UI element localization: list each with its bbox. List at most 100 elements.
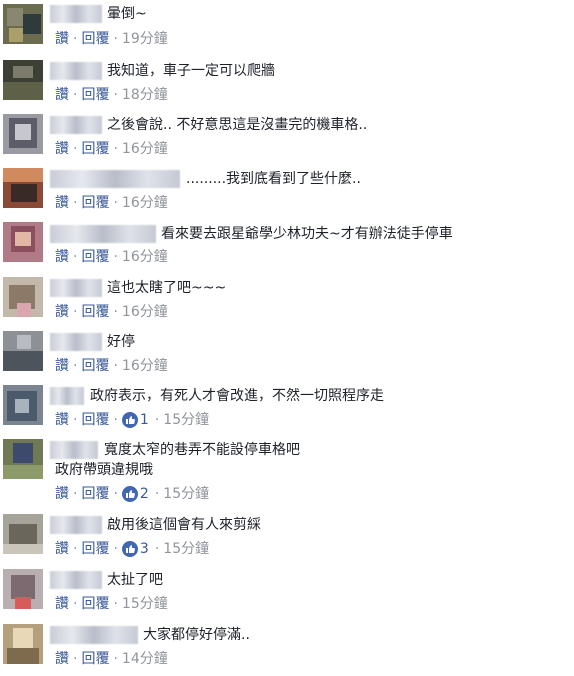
comment-text: 太扯了吧: [107, 572, 163, 588]
reaction-count[interactable]: 2: [140, 486, 149, 502]
comment: 啟用後這個會有人來剪綵 讚 · 回覆 · 3 · 15分鐘: [0, 514, 574, 560]
avatar[interactable]: [3, 569, 43, 609]
timestamp[interactable]: 16分鐘: [122, 358, 168, 374]
like-link[interactable]: 讚: [55, 87, 69, 103]
comment-actions: 讚 · 回覆 · 16分鐘: [55, 358, 168, 374]
comment-text: .........我到底看到了些什麼..: [186, 171, 361, 187]
avatar[interactable]: [3, 331, 43, 371]
comment-text: 好停: [107, 334, 135, 350]
comment: 看來要去跟星爺學少林功夫~才有辦法徒手停車 讚 · 回覆 · 16分鐘: [0, 222, 574, 268]
comment-text: 寬度太窄的巷弄不能設停車格吧: [104, 442, 300, 458]
comment-actions: 讚 · 回覆 · 16分鐘: [55, 195, 168, 211]
commenter-name[interactable]: [50, 225, 156, 243]
comment-text-line2: 政府帶頭違規哦: [55, 462, 153, 478]
commenter-name[interactable]: [50, 626, 138, 644]
reply-link[interactable]: 回覆: [81, 412, 109, 428]
like-link[interactable]: 讚: [55, 541, 69, 557]
like-reaction-icon[interactable]: [121, 486, 138, 502]
commenter-name[interactable]: [50, 170, 180, 188]
commenter-name[interactable]: [50, 62, 102, 80]
timestamp[interactable]: 15分鐘: [122, 596, 168, 612]
avatar[interactable]: [3, 624, 43, 664]
timestamp[interactable]: 15分鐘: [163, 412, 209, 428]
like-link[interactable]: 讚: [55, 249, 69, 265]
timestamp[interactable]: 15分鐘: [163, 486, 209, 502]
reply-link[interactable]: 回覆: [81, 141, 109, 157]
comment-actions: 讚 · 回覆 · 18分鐘: [55, 87, 168, 103]
timestamp[interactable]: 14分鐘: [122, 651, 168, 667]
timestamp[interactable]: 19分鐘: [122, 31, 168, 47]
timestamp[interactable]: 16分鐘: [122, 195, 168, 211]
comment-actions: 讚 · 回覆 · 16分鐘: [55, 304, 168, 320]
like-link[interactable]: 讚: [55, 304, 69, 320]
reply-link[interactable]: 回覆: [81, 249, 109, 265]
avatar[interactable]: [3, 385, 43, 425]
commenter-name[interactable]: [50, 571, 102, 589]
avatar[interactable]: [3, 277, 43, 317]
reply-link[interactable]: 回覆: [81, 651, 109, 667]
comment-actions: 讚 · 回覆 · 3 · 15分鐘: [55, 541, 210, 557]
comment-actions: 讚 · 回覆 · 15分鐘: [55, 596, 168, 612]
comment-actions: 讚 · 回覆 · 16分鐘: [55, 249, 168, 265]
timestamp[interactable]: 16分鐘: [122, 304, 168, 320]
avatar[interactable]: [3, 60, 43, 100]
like-reaction-icon[interactable]: [121, 412, 138, 428]
avatar[interactable]: [3, 439, 43, 479]
comment-text: 看來要去跟星爺學少林功夫~才有辦法徒手停車: [161, 226, 453, 242]
comment-text: 我知道，車子一定可以爬牆: [107, 63, 275, 79]
avatar[interactable]: [3, 114, 43, 154]
reply-link[interactable]: 回覆: [81, 358, 109, 374]
commenter-name[interactable]: [50, 441, 98, 459]
comment-text: 大家都停好停滿..: [143, 627, 250, 643]
like-link[interactable]: 讚: [55, 596, 69, 612]
comment: 寬度太窄的巷弄不能設停車格吧 政府帶頭違規哦 讚 · 回覆 · 2 · 15分鐘: [0, 439, 574, 505]
comment-actions: 讚 · 回覆 · 19分鐘: [55, 31, 168, 47]
comment: 太扯了吧 讚 · 回覆 · 15分鐘: [0, 569, 574, 615]
like-link[interactable]: 讚: [55, 358, 69, 374]
reply-link[interactable]: 回覆: [81, 304, 109, 320]
comment-text: 啟用後這個會有人來剪綵: [107, 517, 261, 533]
like-link[interactable]: 讚: [55, 31, 69, 47]
reaction-count[interactable]: 3: [140, 541, 149, 557]
comment: 政府表示，有死人才會改進，不然一切照程序走 讚 · 回覆 · 1 · 15分鐘: [0, 385, 574, 431]
timestamp[interactable]: 18分鐘: [122, 87, 168, 103]
commenter-name[interactable]: [50, 5, 102, 23]
timestamp[interactable]: 15分鐘: [163, 541, 209, 557]
timestamp[interactable]: 16分鐘: [122, 249, 168, 265]
reply-link[interactable]: 回覆: [81, 87, 109, 103]
reaction-count[interactable]: 1: [140, 412, 149, 428]
like-link[interactable]: 讚: [55, 412, 69, 428]
comment-text: 這也太瞎了吧~~~: [107, 280, 227, 296]
reply-link[interactable]: 回覆: [81, 596, 109, 612]
avatar[interactable]: [3, 4, 43, 44]
timestamp[interactable]: 16分鐘: [122, 141, 168, 157]
comment: 大家都停好停滿.. 讚 · 回覆 · 14分鐘: [0, 624, 574, 670]
comment-text: 之後會說.. 不好意思這是沒畫完的機車格..: [107, 117, 368, 133]
avatar[interactable]: [3, 168, 43, 208]
comment: 這也太瞎了吧~~~ 讚 · 回覆 · 16分鐘: [0, 277, 574, 323]
comment-text: 暈倒~: [107, 6, 147, 22]
comment: 之後會說.. 不好意思這是沒畫完的機車格.. 讚 · 回覆 · 16分鐘: [0, 114, 574, 160]
commenter-name[interactable]: [50, 116, 102, 134]
like-reaction-icon[interactable]: [121, 541, 138, 557]
avatar[interactable]: [3, 514, 43, 554]
like-link[interactable]: 讚: [55, 486, 69, 502]
comment: 好停 讚 · 回覆 · 16分鐘: [0, 331, 574, 377]
commenter-name[interactable]: [50, 279, 102, 297]
commenter-name[interactable]: [50, 516, 102, 534]
comment: .........我到底看到了些什麼.. 讚 · 回覆 · 16分鐘: [0, 168, 574, 214]
like-link[interactable]: 讚: [55, 195, 69, 211]
like-link[interactable]: 讚: [55, 651, 69, 667]
avatar[interactable]: [3, 222, 43, 262]
comment-text: 政府表示，有死人才會改進，不然一切照程序走: [90, 388, 384, 404]
reply-link[interactable]: 回覆: [81, 486, 109, 502]
like-link[interactable]: 讚: [55, 141, 69, 157]
reply-link[interactable]: 回覆: [81, 541, 109, 557]
comment-actions: 讚 · 回覆 · 1 · 15分鐘: [55, 412, 210, 428]
commenter-name[interactable]: [50, 387, 84, 405]
comment-actions: 讚 · 回覆 · 14分鐘: [55, 651, 168, 667]
commenter-name[interactable]: [50, 333, 102, 351]
reply-link[interactable]: 回覆: [81, 31, 109, 47]
comment-actions: 讚 · 回覆 · 2 · 15分鐘: [55, 486, 210, 502]
reply-link[interactable]: 回覆: [81, 195, 109, 211]
